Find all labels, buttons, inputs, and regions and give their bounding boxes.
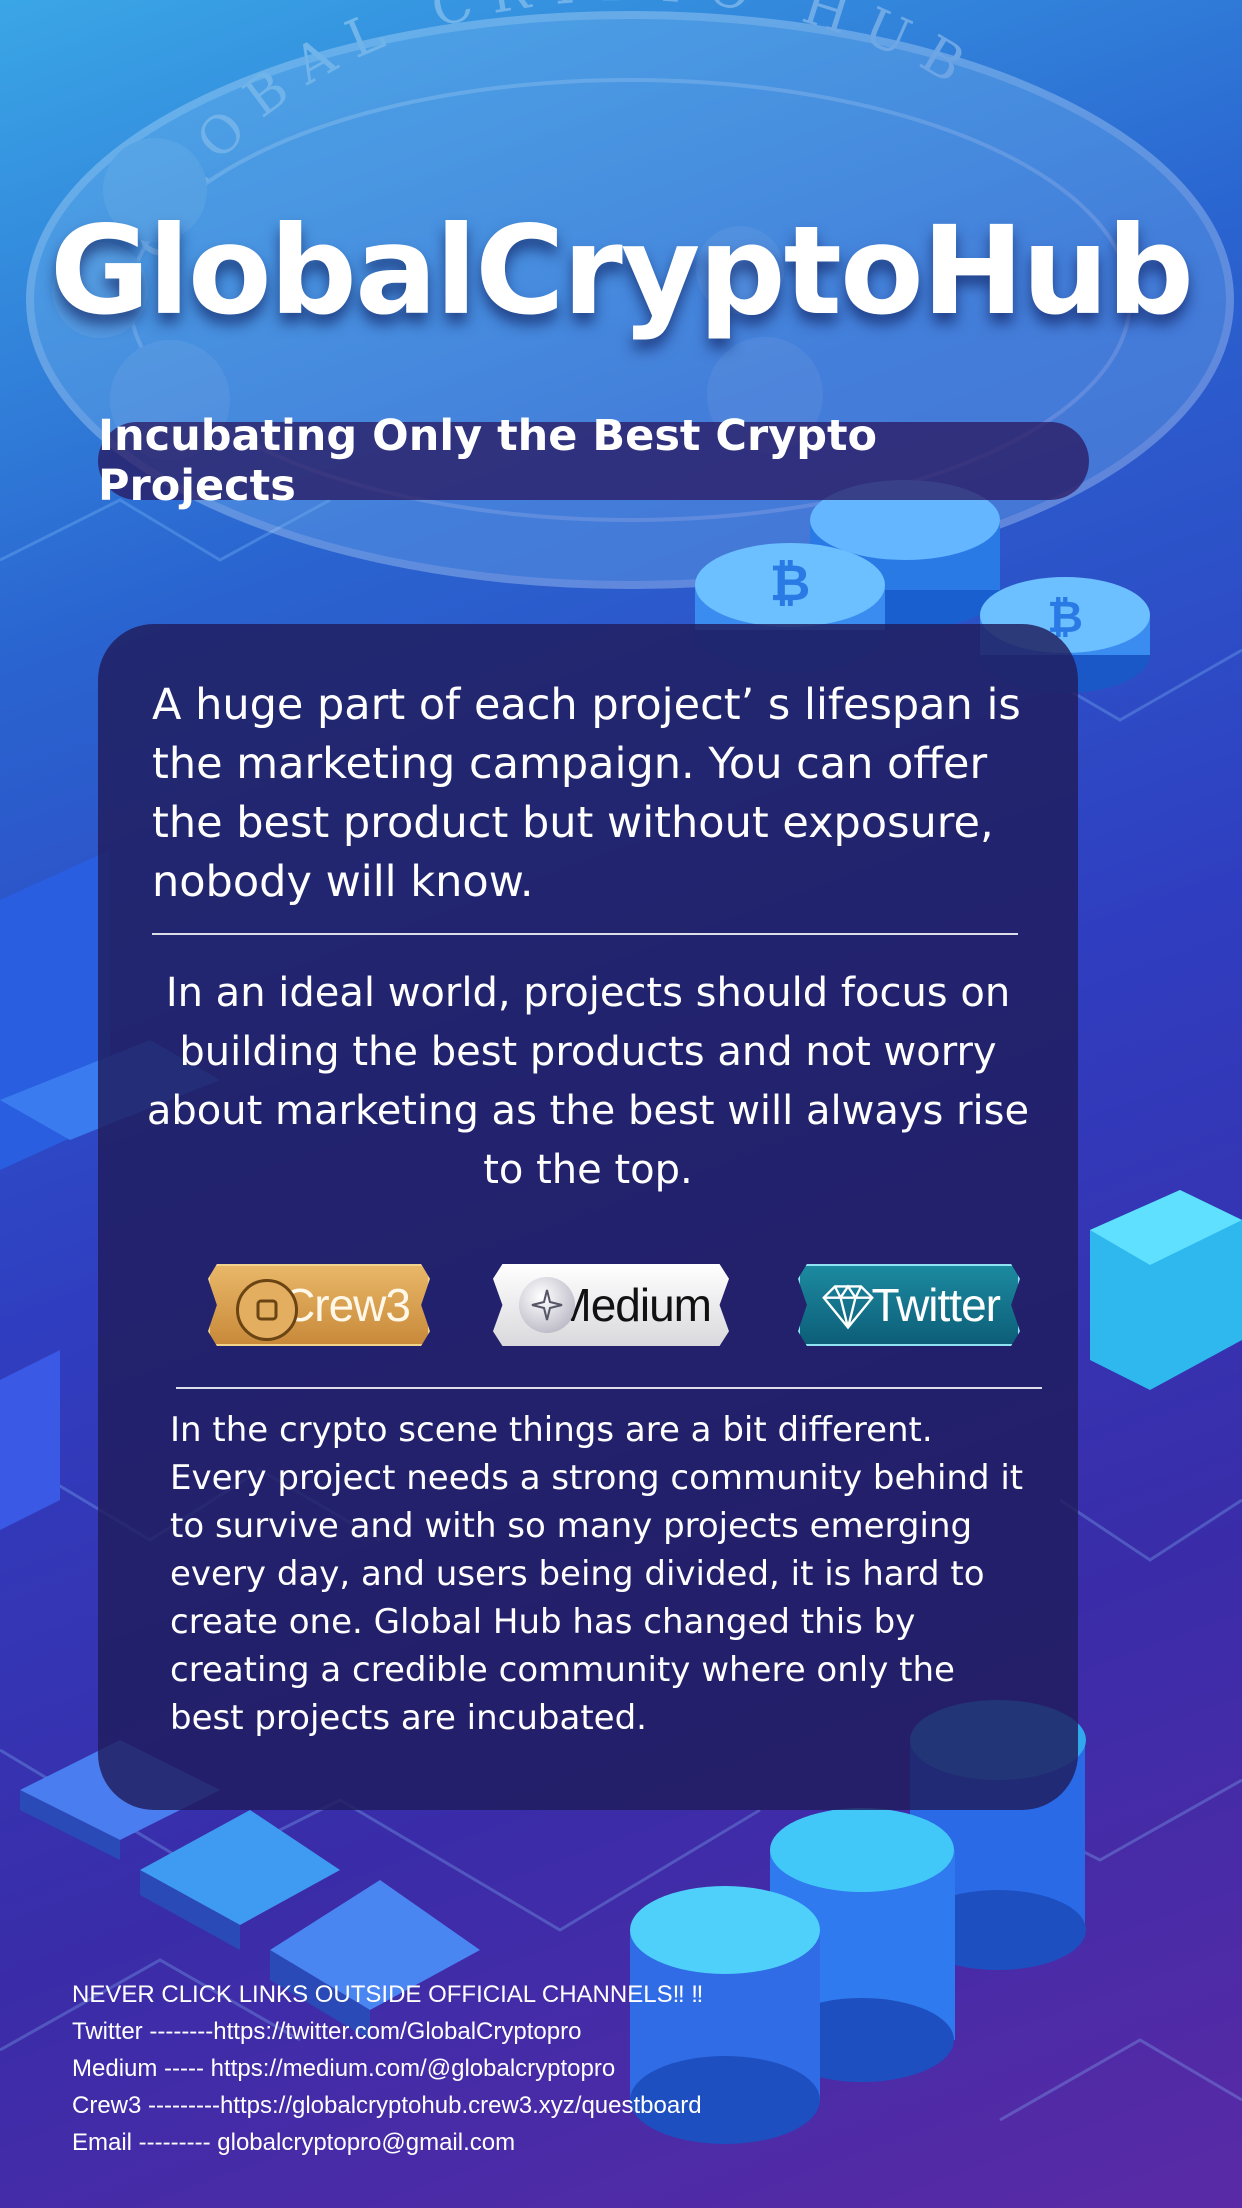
crew3-button[interactable]: Crew3 [208,1264,430,1346]
blocks-right [1090,1190,1242,1390]
intro-paragraph: A huge part of each project’ s lifespan … [152,680,1021,907]
medium-button[interactable]: Medium [493,1264,729,1346]
medium-button-label: Medium [553,1279,712,1331]
divider [176,1387,1042,1389]
crew3-link[interactable]: Crew3 ---------https://globalcryptohub.c… [72,2087,703,2124]
divider [152,933,1018,935]
medium-link[interactable]: Medium ----- https://medium.com/@globalc… [72,2050,703,2087]
email-link[interactable]: Email --------- globalcryptopro@gmail.co… [72,2124,703,2161]
crew3-button-label: Crew3 [282,1279,411,1331]
square-coin-icon [236,1279,298,1341]
ideal-world-paragraph: In an ideal world, projects should focus… [146,970,1030,1193]
social-buttons: Crew3 Medium Twitter [98,1264,1078,1354]
twitter-button-label: Twitter [871,1279,1001,1331]
twitter-button[interactable]: Twitter [798,1264,1020,1346]
subtitle-banner: Incubating Only the Best Crypto Projects [98,411,1089,511]
page-title: GlobalCryptoHub [49,200,1194,342]
star-icon [519,1277,575,1333]
official-channels: NEVER CLICK LINKS OUTSIDE OFFICIAL CHANN… [72,1976,703,2161]
twitter-link[interactable]: Twitter --------https://twitter.com/Glob… [72,2013,703,2050]
diamond-icon [820,1279,876,1335]
community-paragraph: In the crypto scene things are a bit dif… [170,1410,1024,1738]
subtitle-text: Incubating Only the Best Crypto Projects [98,411,878,511]
svg-text:₿: ₿ [770,554,811,612]
warning-text: NEVER CLICK LINKS OUTSIDE OFFICIAL CHANN… [72,1981,704,2008]
content-card: A huge part of each project’ s lifespan … [98,624,1078,1810]
